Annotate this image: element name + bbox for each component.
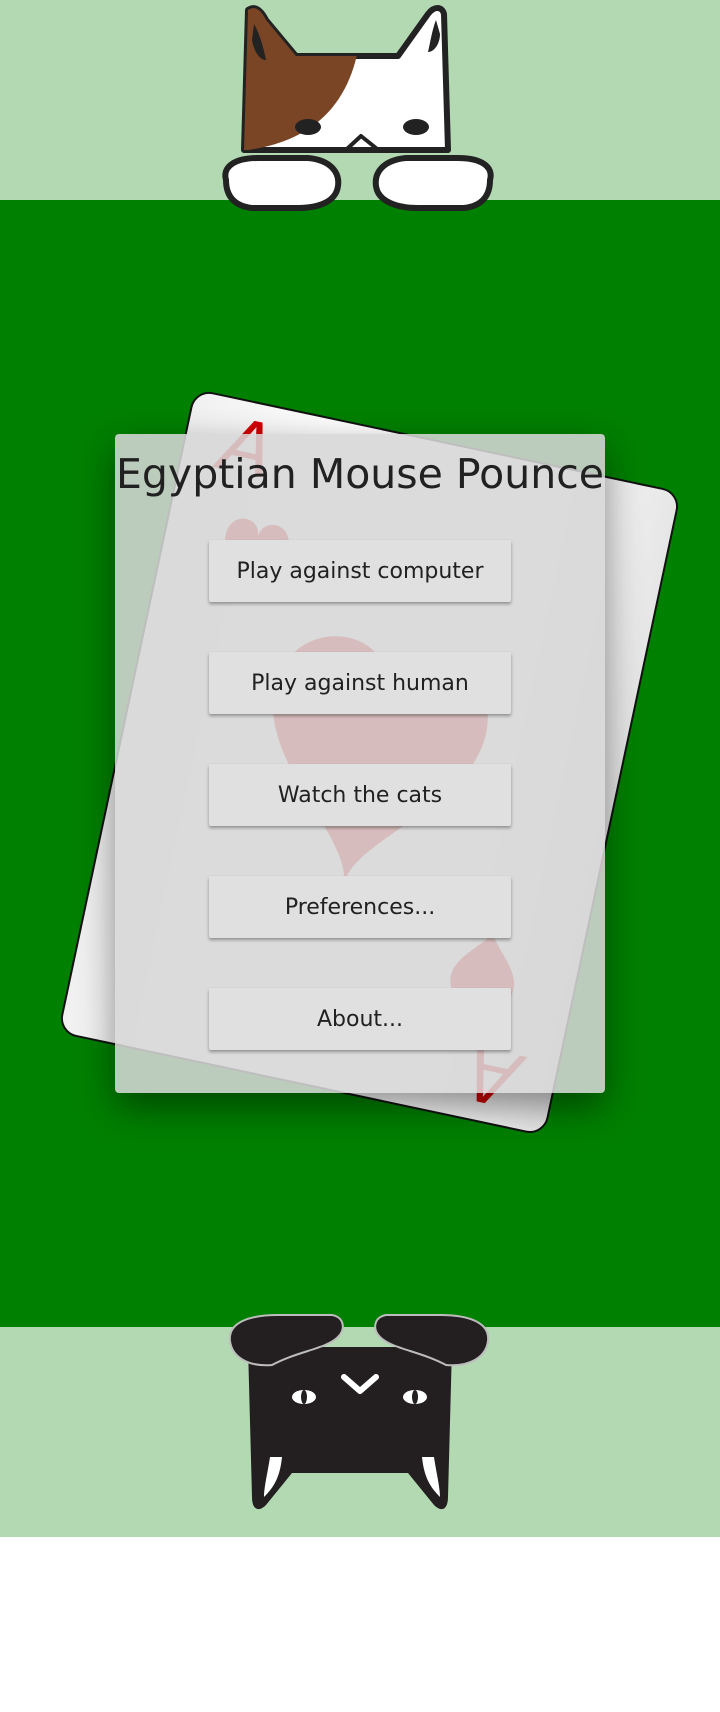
play-against-human-button[interactable]: Play against human — [209, 652, 511, 714]
button-label: Preferences... — [284, 894, 436, 920]
watch-the-cats-button[interactable]: Watch the cats — [209, 764, 511, 826]
button-label: Play against computer — [236, 558, 484, 584]
calico-cat-icon — [222, 5, 494, 211]
main-menu-dialog: Egyptian Mouse Pounce Play against compu… — [115, 434, 605, 1093]
button-label: About... — [316, 1006, 404, 1032]
preferences-button[interactable]: Preferences... — [209, 876, 511, 938]
button-label: Watch the cats — [277, 782, 443, 808]
play-against-computer-button[interactable]: Play against computer — [209, 540, 511, 602]
page-background — [0, 1537, 720, 1712]
about-button[interactable]: About... — [209, 988, 511, 1050]
button-label: Play against human — [251, 670, 469, 696]
dialog-title: Egyptian Mouse Pounce — [116, 450, 604, 498]
black-cat-icon — [228, 1314, 490, 1510]
